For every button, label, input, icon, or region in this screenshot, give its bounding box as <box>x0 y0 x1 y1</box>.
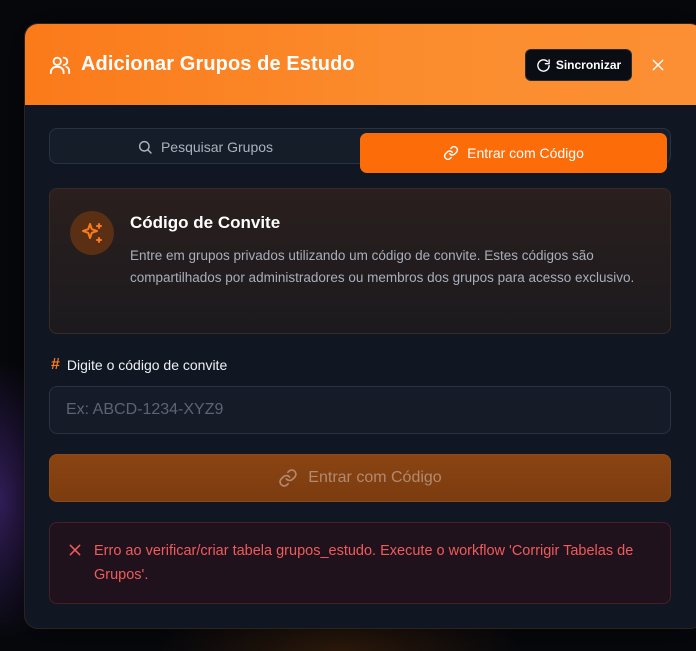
sync-button[interactable]: Sincronizar <box>525 49 632 81</box>
users-icon <box>49 54 71 76</box>
invite-code-label: # Digite o código de convite <box>51 356 227 374</box>
sync-button-label: Sincronizar <box>555 58 622 72</box>
invite-code-info-card: Código de Convite Entre em grupos privad… <box>49 188 671 334</box>
search-icon <box>138 140 152 154</box>
tab-enter-code[interactable]: Entrar com Código <box>360 133 667 173</box>
x-icon <box>68 543 82 562</box>
sparkles-icon <box>70 211 114 255</box>
hash-icon: # <box>51 356 60 373</box>
submit-button-label: Entrar com Código <box>308 469 442 486</box>
tab-search-label: Pesquisar Grupos <box>160 139 274 155</box>
invite-card-description: Entre em grupos privados utilizando um c… <box>130 248 635 285</box>
add-study-groups-modal: Adicionar Grupos de Estudo Sincronizar P… <box>24 23 696 629</box>
tab-search-groups[interactable]: Pesquisar Grupos <box>50 129 360 165</box>
error-message: Erro ao verificar/criar tabela grupos_es… <box>94 543 634 583</box>
close-icon[interactable] <box>645 52 671 78</box>
modal-header: Adicionar Grupos de Estudo Sincronizar <box>25 24 696 105</box>
mode-tabs: Pesquisar Grupos Entrar com Código <box>49 128 671 173</box>
invite-code-input[interactable] <box>49 386 671 434</box>
invite-code-label-text: Digite o código de convite <box>66 357 228 373</box>
tab-code-label: Entrar com Código <box>467 145 584 161</box>
modal-title: Adicionar Grupos de Estudo <box>81 53 355 75</box>
link-icon <box>444 145 459 161</box>
refresh-icon <box>537 58 550 72</box>
invite-card-title: Código de Convite <box>130 213 281 232</box>
enter-with-code-button[interactable]: Entrar com Código <box>49 454 671 502</box>
link-icon <box>279 469 298 487</box>
error-alert: Erro ao verificar/criar tabela grupos_es… <box>49 522 671 604</box>
